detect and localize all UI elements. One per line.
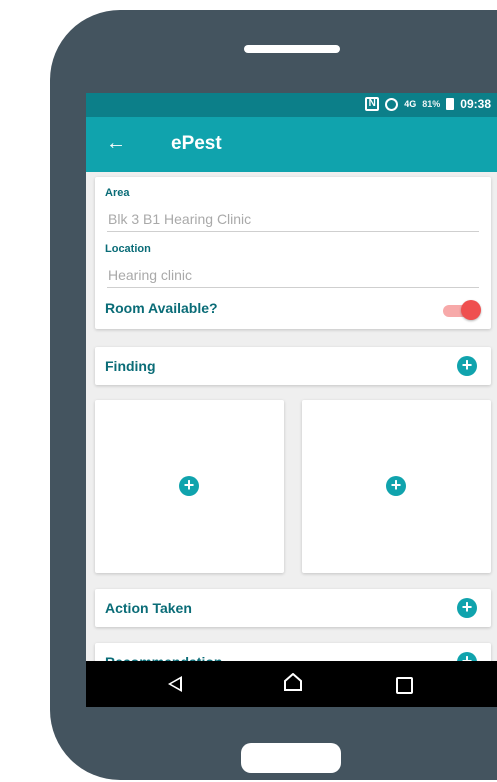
nav-home-icon[interactable] [284, 673, 302, 691]
finding-title: Finding [105, 358, 156, 374]
location-input-underline [107, 287, 479, 288]
phone-home-key[interactable] [241, 743, 341, 773]
status-time: 09:38 [460, 97, 491, 111]
nfc-icon: N [365, 97, 380, 111]
android-nav-bar [86, 661, 497, 707]
toggle-knob [461, 300, 481, 320]
location-details-card: Area Blk 3 B1 Hearing Clinic Location He… [95, 177, 491, 329]
nav-back-icon-inner [171, 679, 180, 689]
phone-speaker [244, 45, 340, 53]
network-signal-icon: 4G [404, 99, 417, 109]
room-available-toggle[interactable] [443, 300, 481, 320]
battery-percent: 81% [422, 99, 441, 109]
photo-slot-2[interactable]: + [302, 400, 491, 573]
nav-back-icon[interactable] [168, 676, 182, 692]
add-photo-icon[interactable]: + [386, 476, 406, 496]
photo-slot-1[interactable]: + [95, 400, 284, 573]
action-taken-section: Action Taken + [95, 589, 491, 627]
status-icons: N 4G 81% 09:38 [365, 97, 491, 111]
status-bar: N 4G 81% 09:38 [86, 93, 497, 117]
app-screen: N 4G 81% 09:38 ← ePest Area Blk 3 B1 Hea… [86, 93, 497, 707]
back-arrow-icon[interactable]: ← [106, 131, 126, 155]
finding-section: Finding + [95, 347, 491, 385]
nav-recents-icon[interactable] [396, 677, 413, 694]
battery-icon [446, 98, 455, 110]
area-label: Area [105, 187, 130, 199]
alarm-icon [385, 97, 399, 111]
app-bar: ← ePest [86, 117, 497, 172]
location-input[interactable]: Hearing clinic [108, 267, 192, 283]
room-available-label: Room Available? [105, 300, 218, 316]
app-title: ePest [171, 133, 222, 154]
action-taken-title: Action Taken [105, 600, 192, 616]
area-input[interactable]: Blk 3 B1 Hearing Clinic [108, 211, 251, 227]
add-photo-icon[interactable]: + [179, 476, 199, 496]
add-finding-icon[interactable]: + [457, 356, 477, 376]
area-input-underline [107, 231, 479, 232]
location-label: Location [105, 243, 151, 255]
add-action-icon[interactable]: + [457, 598, 477, 618]
